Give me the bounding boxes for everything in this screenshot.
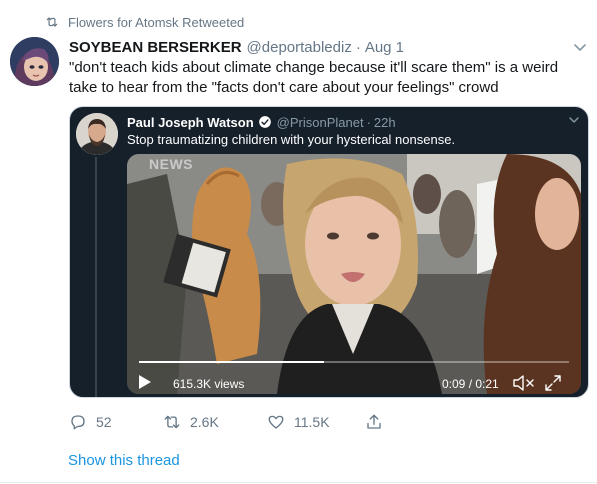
- tweet-header: SOYBEAN BERSERKER @deportablediz · Aug 1: [69, 37, 404, 57]
- quoted-chevron-down-icon[interactable]: [567, 113, 581, 127]
- like-button[interactable]: 11.5K: [267, 412, 330, 432]
- video-controls: 615.3K views 0:09 / 0:21: [127, 368, 581, 394]
- quoted-avatar-image: [76, 113, 118, 155]
- quoted-author-handle[interactable]: @PrisonPlanet: [277, 115, 364, 130]
- video-timestamp: 0:09 / 0:21: [442, 377, 499, 391]
- video-progress-fill: [139, 361, 324, 363]
- quoted-separator: ·: [366, 114, 371, 130]
- share-icon: [367, 414, 381, 429]
- header-separator: ·: [355, 38, 361, 56]
- reply-icon: [71, 415, 85, 430]
- heart-icon: [268, 415, 284, 429]
- verified-badge-icon: [258, 116, 271, 128]
- quoted-date[interactable]: 22h: [374, 115, 396, 130]
- video-player[interactable]: NEWS 615.3K views 0:09 / 0:21: [127, 154, 581, 394]
- like-count: 11.5K: [294, 414, 330, 430]
- retweet-icon: [46, 17, 58, 27]
- view-count: 615.3K views: [173, 377, 245, 391]
- tweet-actions: 52 2.6K 11.5K: [69, 412, 399, 432]
- avatar-image: [10, 37, 59, 86]
- quoted-avatar[interactable]: [76, 113, 118, 155]
- video-progress-bar[interactable]: [139, 361, 569, 363]
- retweet-action-icon: [164, 415, 180, 429]
- author-handle[interactable]: @deportablediz: [247, 39, 352, 56]
- reply-count: 52: [96, 414, 112, 430]
- tweet-divider: [0, 482, 597, 483]
- chevron-down-icon[interactable]: [571, 38, 589, 56]
- share-button[interactable]: [365, 412, 392, 432]
- reply-button[interactable]: 52: [69, 412, 112, 432]
- play-icon[interactable]: [138, 374, 152, 390]
- retweeted-by-label: Flowers for Atomsk Retweeted: [68, 14, 245, 30]
- quoted-author-name[interactable]: Paul Joseph Watson: [127, 115, 254, 130]
- video-frame: [127, 154, 581, 394]
- retweet-button[interactable]: 2.6K: [163, 412, 219, 432]
- author-name[interactable]: SOYBEAN BERSERKER: [69, 39, 242, 56]
- mute-icon[interactable]: [513, 375, 535, 391]
- retweet-count: 2.6K: [190, 414, 219, 430]
- tweet-date[interactable]: Aug 1: [365, 39, 404, 56]
- retweet-context[interactable]: Flowers for Atomsk Retweeted: [45, 13, 244, 31]
- quoted-text: Stop traumatizing children with your hys…: [127, 132, 456, 147]
- thread-line: [95, 157, 97, 397]
- quoted-header: Paul Joseph Watson @PrisonPlanet · 22h: [127, 113, 396, 131]
- fullscreen-icon[interactable]: [545, 375, 561, 391]
- tweet-text: "don't teach kids about climate change b…: [69, 59, 559, 96]
- show-thread-link[interactable]: Show this thread: [68, 452, 180, 469]
- news-watermark: NEWS: [149, 156, 193, 172]
- quoted-tweet[interactable]: Paul Joseph Watson @PrisonPlanet · 22h S…: [69, 106, 589, 398]
- avatar[interactable]: [10, 37, 59, 86]
